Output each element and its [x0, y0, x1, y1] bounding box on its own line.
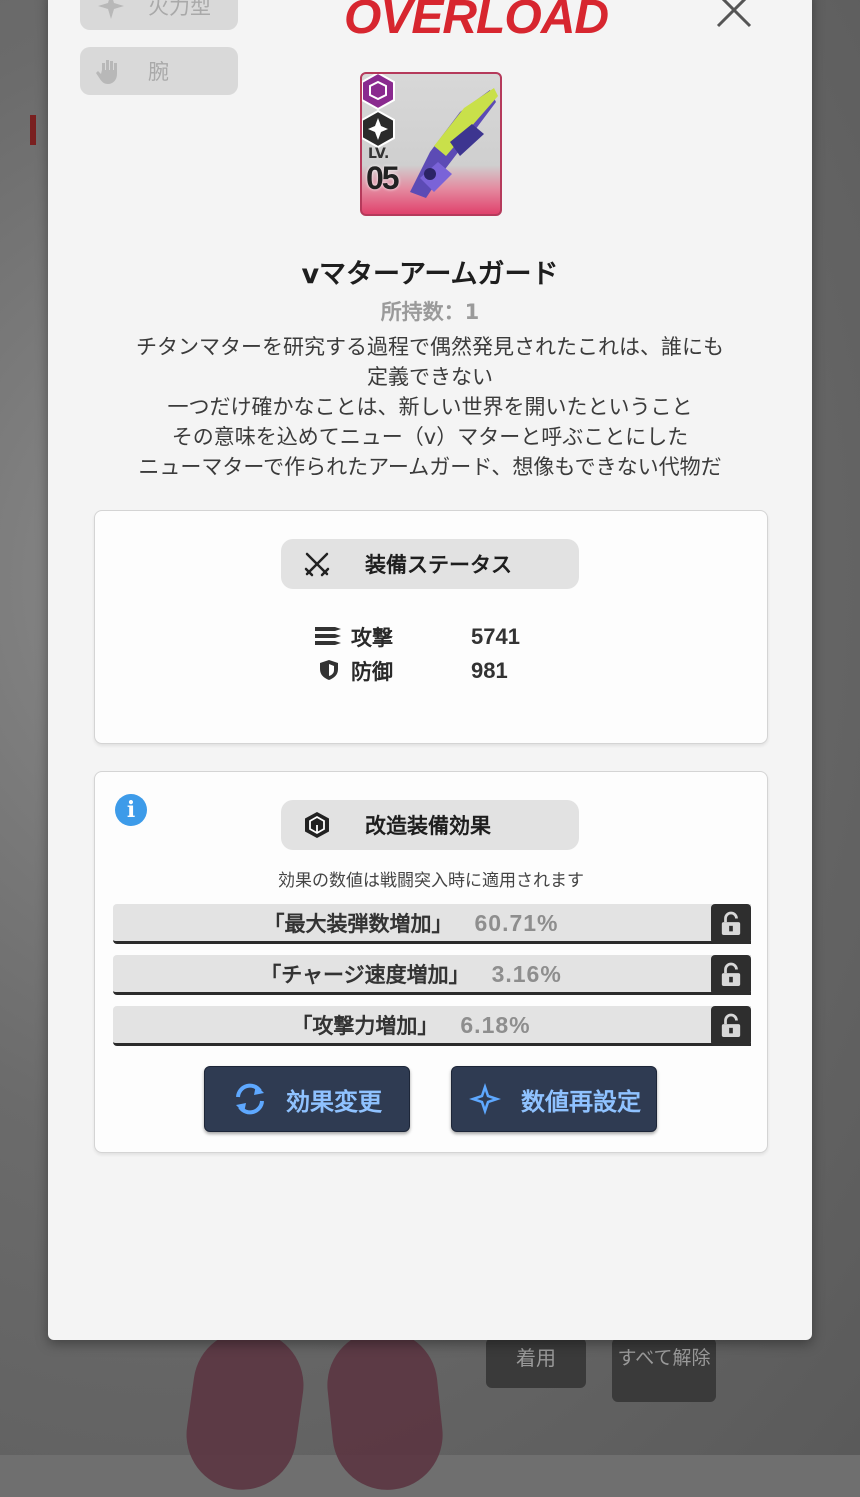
- background-unequip-button: すべて解除: [612, 1338, 716, 1402]
- item-name: vマターアームガード: [301, 259, 559, 290]
- overload-effects-header: 改造装備効果: [281, 800, 579, 850]
- owned-count: 所持数：1: [380, 300, 480, 324]
- glove-icon: [96, 60, 117, 84]
- chip-class: 火力型: [80, 0, 238, 30]
- close-icon[interactable]: [714, 0, 754, 30]
- equipment-status-panel: 装備ステータス 攻撃 5741 防御 981: [94, 510, 768, 744]
- equipment-status-header: 装備ステータス: [281, 539, 579, 589]
- sparkle-icon: [469, 1083, 501, 1115]
- refresh-icon: [236, 1083, 264, 1115]
- bullets-icon: [315, 627, 341, 645]
- item-card: LV. 05: [360, 72, 502, 216]
- unlock-icon: [721, 911, 741, 935]
- lock-toggle[interactable]: [711, 1006, 751, 1046]
- effect-row: 「チャージ速度増加」 3.16%: [113, 955, 751, 995]
- stat-defense: 防御 981: [315, 655, 535, 687]
- unlock-icon: [721, 962, 741, 986]
- arm-guard-image: [410, 88, 498, 198]
- description-line: その意味を込めてニュー（v）マターと呼ぶことにした: [171, 425, 689, 449]
- description-line: ニューマターで作られたアームガード、想像もできない代物だ: [138, 455, 722, 479]
- effect-row: 「最大装弾数増加」 60.71%: [113, 904, 751, 944]
- item-description: チタンマターを研究する過程で偶然発見されたこれは、誰にも 定義できない 一つだけ…: [78, 332, 782, 482]
- overload-effects-panel: i 改造装備効果 効果の数値は戦闘突入時に適用されます 「最大装弾数増加」 60.…: [94, 771, 768, 1153]
- effect-row: 「攻撃力増加」 6.18%: [113, 1006, 751, 1046]
- manufacturer-badge-icon: [362, 74, 395, 110]
- class-badge-icon: [362, 110, 395, 148]
- level-value: 05: [366, 160, 400, 196]
- item-detail-modal: 火力型 腕 OVERLOAD LV. 05 vマターアームガード 所持数：1 チ…: [48, 0, 812, 1340]
- crossed-swords-icon: [304, 552, 330, 577]
- background-accent: [30, 115, 36, 145]
- chip-slot: 腕: [80, 47, 238, 95]
- info-icon[interactable]: i: [115, 794, 147, 826]
- change-effect-button[interactable]: 効果変更: [204, 1066, 410, 1132]
- description-line: 定義できない: [367, 365, 493, 389]
- stat-attack: 攻撃 5741: [315, 621, 535, 653]
- unlock-icon: [721, 1013, 741, 1037]
- description-line: チタンマターを研究する過程で偶然発見されたこれは、誰にも: [136, 335, 724, 359]
- effects-note: 効果の数値は戦闘突入時に適用されます: [278, 871, 584, 891]
- description-line: 一つだけ確かなことは、新しい世界を開いたということ: [167, 395, 693, 419]
- background-equip-button: 着用: [486, 1338, 586, 1388]
- shield-icon: [320, 660, 338, 680]
- overload-logo: OVERLOAD: [344, 0, 609, 44]
- lock-toggle[interactable]: [711, 904, 751, 944]
- lock-toggle[interactable]: [711, 955, 751, 995]
- hex-cube-icon: [305, 812, 329, 838]
- burst-icon: [98, 0, 124, 19]
- reset-values-button[interactable]: 数値再設定: [451, 1066, 657, 1132]
